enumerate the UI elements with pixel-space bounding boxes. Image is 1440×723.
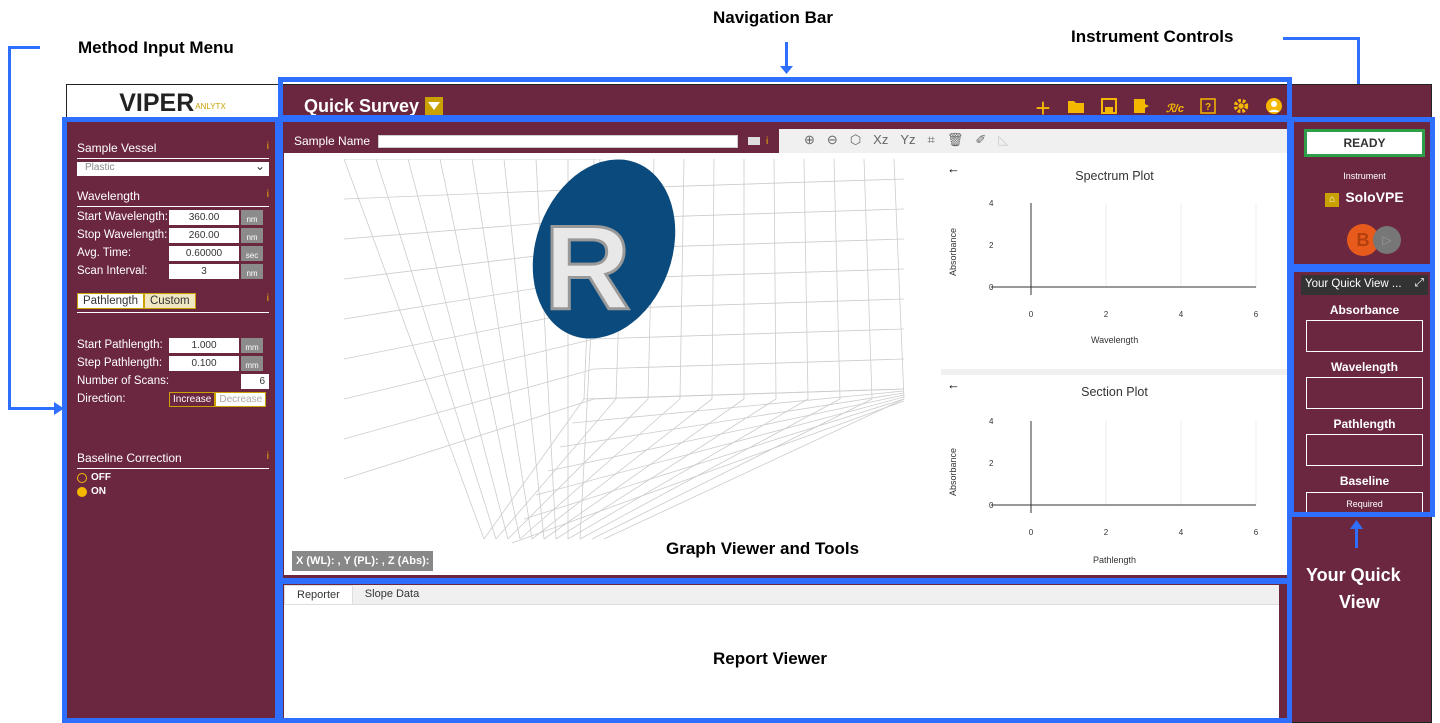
callout-navigation-bar: Navigation Bar [713, 8, 833, 27]
callout-method-input-menu: Method Input Menu [78, 38, 234, 57]
logo-subtext: ANLYTX [195, 101, 226, 111]
logo-text: VIPER [119, 88, 195, 117]
callout-quick-view-2: View [1339, 592, 1380, 612]
connector-nav-arrow [780, 66, 793, 74]
callout-report-viewer: Report Viewer [713, 649, 828, 668]
highlight-method [62, 117, 280, 723]
connector-nav [785, 42, 788, 70]
connector-method-h2 [8, 407, 58, 410]
callout-quick-view-1: Your Quick [1306, 565, 1401, 585]
connector-method-v [8, 46, 11, 410]
connector-quickview-v [1355, 528, 1358, 548]
highlight-graph [278, 117, 1292, 583]
highlight-navigation [278, 77, 1292, 120]
callout-instrument-controls: Instrument Controls [1071, 27, 1234, 46]
highlight-instrument [1289, 117, 1435, 269]
highlight-quick-view [1289, 267, 1435, 517]
connector-instr-h [1283, 37, 1360, 40]
logo: VIPER ANLYTX [67, 85, 278, 121]
connector-method-h [8, 46, 40, 49]
callout-graph-viewer: Graph Viewer and Tools [666, 539, 860, 558]
